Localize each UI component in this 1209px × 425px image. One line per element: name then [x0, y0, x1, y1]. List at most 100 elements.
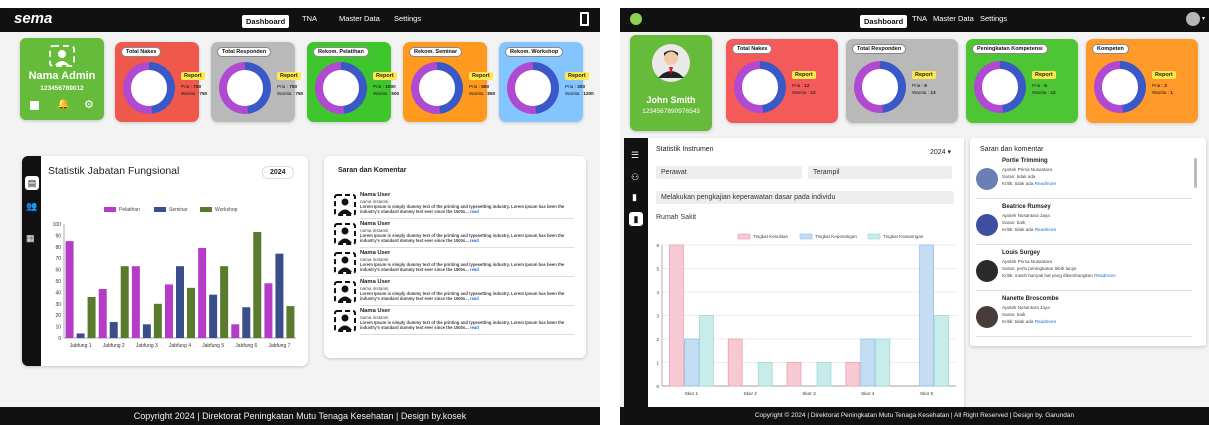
bar[interactable]	[253, 231, 262, 338]
bar[interactable]	[275, 253, 284, 338]
nav-settings[interactable]: Settings	[394, 14, 421, 23]
report-tag[interactable]: Report	[1152, 71, 1176, 79]
bar[interactable]	[187, 287, 195, 338]
comment-item[interactable]: Portie Trimming Apotek Prima Nusantara S…	[976, 158, 1192, 202]
bar[interactable]	[120, 266, 129, 338]
bar[interactable]	[220, 266, 229, 338]
gear-icon[interactable]: ⚙	[84, 98, 94, 111]
document-icon[interactable]: ▮	[629, 212, 643, 226]
bar[interactable]	[816, 362, 832, 387]
comment-item[interactable]: Nanette Broscombe Apotek Nusantara Jaya …	[976, 296, 1192, 340]
bell-icon[interactable]: 🔔	[57, 99, 69, 110]
read-more-link[interactable]: read	[470, 238, 479, 243]
summary-card[interactable]: Rekom. Workshop Report Pria : 300 Wanita : …	[499, 42, 594, 122]
year-select[interactable]: 2024	[262, 166, 294, 179]
bar[interactable]	[176, 266, 184, 338]
summary-card[interactable]: Kompeten Report Pria : 3 Wanita : 1	[1086, 39, 1198, 123]
read-more-link[interactable]: Readmore	[1094, 273, 1115, 278]
chevron-down-icon[interactable]: ▾	[1202, 15, 1205, 22]
summary-card[interactable]: Peningkatan Kompetensi Report Pria : 6 Wani…	[966, 39, 1078, 123]
bar[interactable]	[87, 296, 96, 338]
app-logo[interactable]: sema	[14, 10, 52, 27]
comment-item[interactable]: Nama User nama instansi Lorem Ipsum is s…	[334, 279, 580, 307]
bar[interactable]	[934, 315, 950, 387]
comment-item[interactable]: Nama User nama instansi Lorem Ipsum is s…	[334, 308, 580, 336]
app-logo-icon[interactable]	[630, 13, 642, 25]
bar[interactable]	[286, 306, 295, 338]
logout-icon[interactable]	[580, 12, 589, 26]
bar[interactable]	[198, 247, 207, 338]
nav-dashboard[interactable]: Dashboard	[242, 15, 290, 28]
report-tag[interactable]: Report	[792, 71, 816, 79]
report-tag[interactable]: Report	[469, 72, 493, 80]
bar[interactable]	[757, 362, 773, 387]
scrollbar[interactable]	[1194, 158, 1197, 188]
bar[interactable]	[109, 322, 118, 338]
bar[interactable]	[153, 303, 162, 338]
user-avatar[interactable]	[1186, 12, 1200, 26]
bar[interactable]	[727, 338, 743, 387]
report-tag[interactable]: Report	[1032, 71, 1056, 79]
wanita-row: Wanita : 13	[912, 90, 936, 95]
bar[interactable]	[786, 362, 802, 387]
year-select[interactable]: 2024 ▾	[930, 148, 951, 156]
nav-master-data[interactable]: Master Data	[339, 14, 380, 23]
summary-card[interactable]: Total Nakes Report Pria : 750 Wanita : 750	[115, 42, 207, 122]
bar[interactable]	[919, 244, 935, 387]
bar[interactable]	[242, 307, 251, 338]
read-more-link[interactable]: Readmore	[1035, 227, 1056, 232]
bar[interactable]	[860, 338, 876, 387]
comment-item[interactable]: Nama User nama instansi Lorem Ipsum is s…	[334, 250, 580, 278]
read-more-link[interactable]: read	[470, 325, 479, 330]
nav-tna[interactable]: TNA	[912, 14, 927, 23]
nav-dashboard[interactable]: Dashboard	[860, 15, 908, 28]
bar[interactable]	[142, 324, 151, 338]
bar[interactable]	[845, 362, 861, 387]
report-tag[interactable]: Report	[912, 71, 936, 79]
bar[interactable]	[165, 284, 173, 338]
summary-card[interactable]: Rekom. Seminar Report Pria : 650 Wanita : 8…	[403, 42, 495, 122]
file-icon[interactable]: ▮	[632, 192, 637, 203]
bar[interactable]	[231, 324, 240, 338]
comment-item[interactable]: Louis Surgey Apotek Prima Nusantara Sara…	[976, 250, 1192, 294]
comment-item[interactable]: Nama User nama instansi Lorem Ipsum is s…	[334, 192, 580, 220]
comment-item[interactable]: Nama User nama instansi Lorem Ipsum is s…	[334, 221, 580, 249]
donut-hole	[982, 69, 1018, 105]
bar[interactable]	[264, 283, 273, 338]
bar[interactable]	[668, 244, 684, 387]
report-tag[interactable]: Report	[373, 72, 397, 80]
report-tag[interactable]: Report	[565, 72, 589, 80]
summary-card[interactable]: Rekom. Pelatihan Report Pria : 1000 Wanita …	[307, 42, 399, 122]
read-more-link[interactable]: read	[470, 267, 479, 272]
summary-card[interactable]: Total Responden Report Pria : 750 Wanita : …	[211, 42, 303, 122]
bar[interactable]	[65, 241, 74, 338]
summary-card[interactable]: Total Responden Report Pria : 9 Wanita : 13	[846, 39, 958, 123]
read-more-link[interactable]: Readmore	[1035, 319, 1056, 324]
bar[interactable]	[209, 294, 218, 338]
bar[interactable]	[699, 315, 714, 387]
stats-icon[interactable]	[30, 101, 39, 110]
list-icon[interactable]: ☰	[631, 150, 639, 161]
bar[interactable]	[684, 338, 699, 387]
profession-select[interactable]: Perawat	[656, 166, 802, 179]
admin-profile-card: Nama Admin 123456789012 🔔 ⚙	[20, 38, 104, 120]
nav-settings[interactable]: Settings	[980, 14, 1007, 23]
divider	[360, 305, 574, 306]
bar[interactable]	[98, 288, 107, 338]
read-more-link[interactable]: Readmore	[1035, 181, 1056, 186]
bar[interactable]	[875, 338, 891, 387]
report-tag[interactable]: Report	[181, 72, 205, 80]
hierarchy-icon[interactable]: ⚇	[631, 172, 639, 183]
level-select[interactable]: Terampil	[808, 166, 952, 179]
competency-select[interactable]: Melakukan pengkajian keperawatan dasar p…	[656, 191, 954, 204]
read-more-link[interactable]: read	[470, 296, 479, 301]
bar[interactable]	[76, 333, 85, 338]
summary-card[interactable]: Total Nakes Report Pria : 12 Wanita : 12	[726, 39, 838, 123]
comment-item[interactable]: Beatrice Rumsey Apotek Nusantara Jaya Sa…	[976, 204, 1192, 248]
nav-master-data[interactable]: Master Data	[933, 14, 974, 23]
read-more-link[interactable]: read	[470, 209, 479, 214]
card-title: Total Responden	[217, 47, 272, 57]
nav-tna[interactable]: TNA	[302, 14, 317, 23]
report-tag[interactable]: Report	[277, 72, 301, 80]
bar[interactable]	[131, 266, 140, 338]
